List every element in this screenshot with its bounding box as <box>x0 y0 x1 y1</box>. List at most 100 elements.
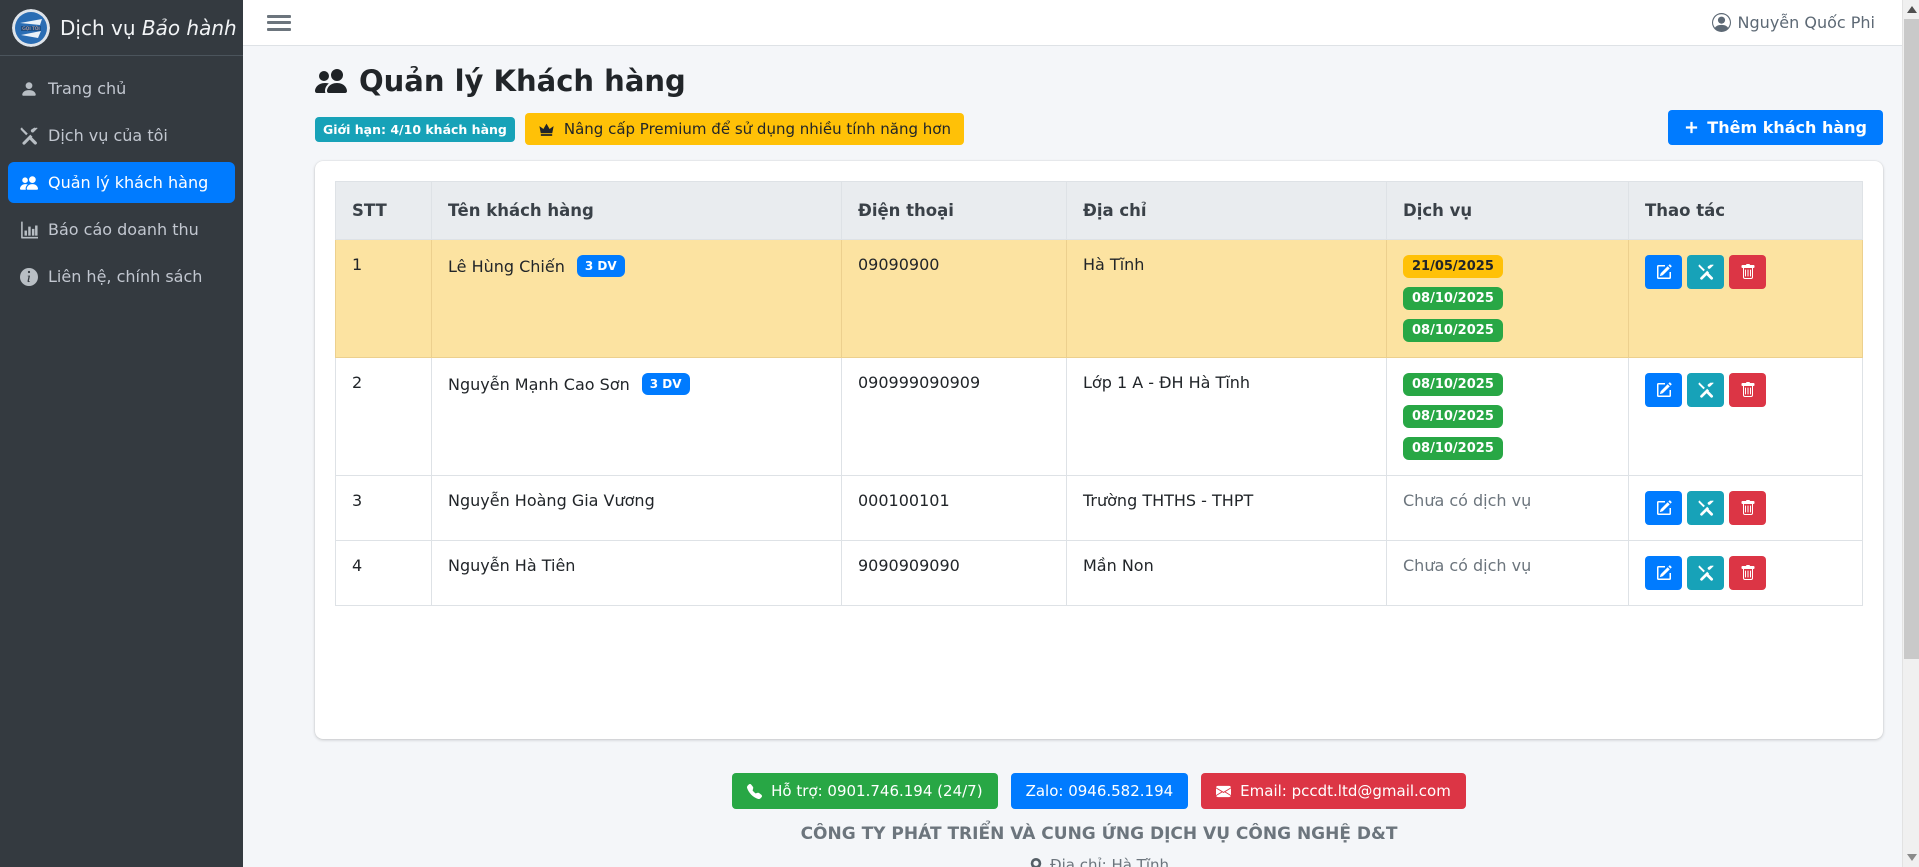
table-row[interactable]: 4 Nguyễn Hà Tiên 9090909090 Mần Non Chưa… <box>336 541 1863 606</box>
cell-phone: 9090909090 <box>842 541 1067 606</box>
edit-button[interactable] <box>1645 373 1682 407</box>
tools-icon <box>1698 500 1714 516</box>
vertical-scrollbar[interactable] <box>1902 0 1919 867</box>
tools-icon <box>20 127 38 145</box>
service-date-badge: 08/10/2025 <box>1403 287 1503 310</box>
svg-text:GỌI TÔI: GỌI TÔI <box>22 25 39 32</box>
services-button[interactable] <box>1687 491 1724 525</box>
scroll-up-arrow-icon[interactable] <box>1907 6 1917 13</box>
contact-row: Hỗ trợ: 0901.746.194 (24/7) Zalo: 0946.5… <box>732 773 1466 809</box>
trash-icon <box>1740 264 1756 280</box>
edit-button[interactable] <box>1645 556 1682 590</box>
cell-stt: 1 <box>336 240 432 358</box>
tools-icon <box>1698 382 1714 398</box>
cell-actions <box>1629 240 1863 358</box>
scrollbar-thumb[interactable] <box>1904 19 1919 659</box>
customer-table-card: STT Tên khách hàng Điện thoại Địa chỉ Dị… <box>315 161 1883 739</box>
delete-button[interactable] <box>1729 556 1766 590</box>
sidebar-item-lien-he-chinh-sach[interactable]: Liên hệ, chính sách <box>8 256 235 297</box>
user-menu[interactable]: Nguyễn Quốc Phi <box>1712 13 1875 32</box>
service-date-badge: 08/10/2025 <box>1403 405 1503 428</box>
trash-icon <box>1740 565 1756 581</box>
app-window: GỌI TÔI Dịch vụ Bảo hành Trang chủ Dịch … <box>0 0 1919 867</box>
zalo-button[interactable]: Zalo: 0946.582.194 <box>1011 773 1189 809</box>
cell-name: Nguyễn Hoàng Gia Vương <box>432 476 842 541</box>
sidebar-item-dich-vu-cua-toi[interactable]: Dịch vụ của tôi <box>8 115 235 156</box>
company-name: CÔNG TY PHÁT TRIỂN VÀ CUNG ỨNG DỊCH VỤ C… <box>801 824 1398 844</box>
trash-icon <box>1740 382 1756 398</box>
delete-button[interactable] <box>1729 491 1766 525</box>
delete-button[interactable] <box>1729 373 1766 407</box>
edit-icon <box>1656 565 1672 581</box>
users-icon <box>315 65 347 97</box>
page-title: Quản lý Khách hàng <box>315 64 1883 98</box>
cell-phone: 090999090909 <box>842 358 1067 476</box>
footer: Hỗ trợ: 0901.746.194 (24/7) Zalo: 0946.5… <box>315 773 1883 867</box>
main-area: Nguyễn Quốc Phi Quản lý Khách hàng Giới … <box>243 0 1919 867</box>
cell-address: Hà Tĩnh <box>1067 240 1387 358</box>
user-name: Nguyễn Quốc Phi <box>1738 13 1875 32</box>
scroll-down-arrow-icon[interactable] <box>1907 854 1917 861</box>
sidebar: GỌI TÔI Dịch vụ Bảo hành Trang chủ Dịch … <box>0 0 243 867</box>
sidebar-item-label: Quản lý khách hàng <box>48 173 208 192</box>
crown-icon <box>538 121 555 138</box>
tools-icon <box>1698 264 1714 280</box>
delete-button[interactable] <box>1729 255 1766 289</box>
hamburger-icon[interactable] <box>267 13 291 33</box>
chart-icon <box>20 221 38 239</box>
cell-phone: 000100101 <box>842 476 1067 541</box>
no-service-label: Chưa có dịch vụ <box>1403 491 1531 510</box>
trash-icon <box>1740 500 1756 516</box>
table-row[interactable]: 1 Lê Hùng Chiến 3 DV 09090900 Hà Tĩnh <box>336 240 1863 358</box>
service-count-badge: 3 DV <box>642 373 690 395</box>
service-date-badge: 08/10/2025 <box>1403 319 1503 342</box>
edit-button[interactable] <box>1645 491 1682 525</box>
users-icon <box>20 174 38 192</box>
cell-address: Trường THTHS - THPT <box>1067 476 1387 541</box>
add-customer-button[interactable]: Thêm khách hàng <box>1668 110 1883 145</box>
cell-services: Chưa có dịch vụ <box>1387 476 1629 541</box>
sidebar-item-bao-cao-doanh-thu[interactable]: Báo cáo doanh thu <box>8 209 235 250</box>
col-service: Dịch vụ <box>1387 182 1629 240</box>
map-pin-icon <box>1029 858 1043 867</box>
no-service-label: Chưa có dịch vụ <box>1403 556 1531 575</box>
services-button[interactable] <box>1687 373 1724 407</box>
col-address: Địa chỉ <box>1067 182 1387 240</box>
cell-actions <box>1629 476 1863 541</box>
cell-actions <box>1629 358 1863 476</box>
table-header-row: STT Tên khách hàng Điện thoại Địa chỉ Dị… <box>336 182 1863 240</box>
cell-actions <box>1629 541 1863 606</box>
table-row[interactable]: 2 Nguyễn Mạnh Cao Sơn 3 DV 090999090909 … <box>336 358 1863 476</box>
edit-icon <box>1656 500 1672 516</box>
edit-button[interactable] <box>1645 255 1682 289</box>
toolbar: Giới hạn: 4/10 khách hàng Nâng cấp Premi… <box>315 110 1883 145</box>
sidebar-item-trang-chu[interactable]: Trang chủ <box>8 68 235 109</box>
service-count-badge: 3 DV <box>577 255 625 277</box>
cell-name: Lê Hùng Chiến 3 DV <box>432 240 842 358</box>
envelope-icon <box>1216 784 1231 799</box>
table-row[interactable]: 3 Nguyễn Hoàng Gia Vương 000100101 Trườn… <box>336 476 1863 541</box>
cell-services: 08/10/2025 08/10/2025 08/10/2025 <box>1387 358 1629 476</box>
person-icon <box>20 80 38 98</box>
sidebar-item-label: Liên hệ, chính sách <box>48 267 202 286</box>
plus-icon <box>1684 120 1699 135</box>
badge-group: Giới hạn: 4/10 khách hàng Nâng cấp Premi… <box>315 113 964 145</box>
brand-header[interactable]: GỌI TÔI Dịch vụ Bảo hành <box>0 0 243 56</box>
service-date-badge: 08/10/2025 <box>1403 373 1503 396</box>
services-button[interactable] <box>1687 255 1724 289</box>
content: Quản lý Khách hàng Giới hạn: 4/10 khách … <box>243 46 1919 867</box>
cell-address: Mần Non <box>1067 541 1387 606</box>
col-phone: Điện thoại <box>842 182 1067 240</box>
services-button[interactable] <box>1687 556 1724 590</box>
email-button[interactable]: Email: pccdt.ltd@gmail.com <box>1201 773 1466 809</box>
support-phone-button[interactable]: Hỗ trợ: 0901.746.194 (24/7) <box>732 773 997 809</box>
edit-icon <box>1656 264 1672 280</box>
tools-icon <box>1698 565 1714 581</box>
topbar: Nguyễn Quốc Phi <box>243 0 1919 46</box>
service-date-badge: 21/05/2025 <box>1403 255 1503 278</box>
sidebar-item-quan-ly-khach-hang[interactable]: Quản lý khách hàng <box>8 162 235 203</box>
premium-upgrade-badge[interactable]: Nâng cấp Premium để sử dụng nhiều tính n… <box>525 113 964 145</box>
sidebar-item-label: Dịch vụ của tôi <box>48 126 168 145</box>
col-name: Tên khách hàng <box>432 182 842 240</box>
cell-name: Nguyễn Mạnh Cao Sơn 3 DV <box>432 358 842 476</box>
